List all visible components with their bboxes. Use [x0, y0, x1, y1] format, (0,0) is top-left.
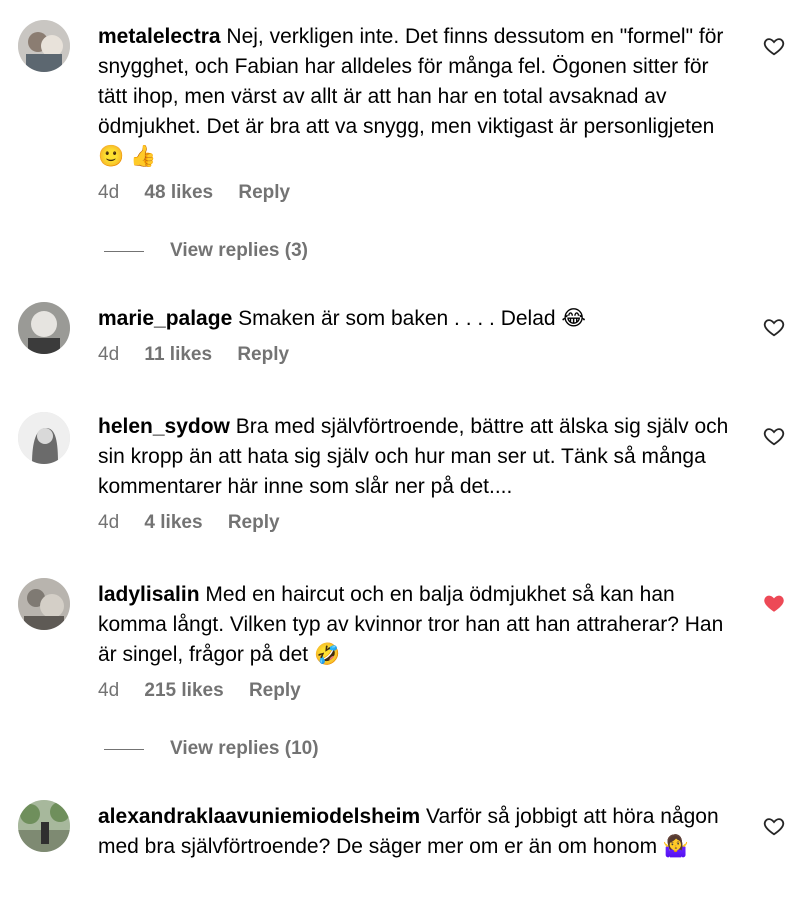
- comment-time[interactable]: 4d: [98, 182, 119, 203]
- heart-outline-icon[interactable]: [763, 35, 785, 57]
- comment-text: metalelectra Nej, verkligen inte. Det fi…: [98, 22, 738, 172]
- heart-filled-icon[interactable]: [763, 592, 785, 614]
- comment-text: marie_palage Smaken är som baken . . . .…: [98, 304, 738, 334]
- heart-outline-icon[interactable]: [763, 316, 785, 338]
- avatar[interactable]: [18, 412, 70, 464]
- heart-outline-icon[interactable]: [763, 815, 785, 837]
- avatar[interactable]: [18, 578, 70, 630]
- view-replies-label[interactable]: View replies (3): [170, 240, 308, 262]
- comment-text: helen_sydow Bra med självförtroende, bät…: [98, 412, 738, 502]
- comment-time[interactable]: 4d: [98, 680, 119, 701]
- comment-text: alexandraklaavuniemiodelsheim Varför så …: [98, 802, 738, 862]
- avatar[interactable]: [18, 800, 70, 852]
- reply-button[interactable]: Reply: [237, 344, 289, 365]
- comment-meta: 4d 4 likes Reply: [98, 512, 738, 534]
- comment-likes[interactable]: 48 likes: [144, 182, 213, 203]
- comment-time[interactable]: 4d: [98, 344, 119, 365]
- comment-username[interactable]: helen_sydow: [98, 415, 230, 438]
- comment-time[interactable]: 4d: [98, 512, 119, 533]
- comment-text: ladylisalin Med en haircut och en balja …: [98, 580, 738, 670]
- comment-username[interactable]: marie_palage: [98, 307, 232, 330]
- comment-username[interactable]: metalelectra: [98, 25, 221, 48]
- reply-button[interactable]: Reply: [228, 512, 280, 533]
- heart-outline-icon[interactable]: [763, 425, 785, 447]
- avatar[interactable]: [18, 20, 70, 72]
- comment-likes[interactable]: 4 likes: [144, 512, 202, 533]
- replies-divider: [104, 251, 144, 252]
- reply-button[interactable]: Reply: [238, 182, 290, 203]
- comment-likes[interactable]: 11 likes: [144, 344, 212, 365]
- comment-body: Smaken är som baken . . . . Delad 😂: [238, 307, 586, 330]
- comment-likes[interactable]: 215 likes: [144, 680, 223, 701]
- comment-meta: 4d 215 likes Reply: [98, 680, 738, 702]
- comment-username[interactable]: ladylisalin: [98, 583, 200, 606]
- reply-button[interactable]: Reply: [249, 680, 301, 701]
- comment-meta: 4d 48 likes Reply: [98, 182, 738, 204]
- comment-meta: 4d 11 likes Reply: [98, 344, 738, 366]
- avatar[interactable]: [18, 302, 70, 354]
- view-replies-label[interactable]: View replies (10): [170, 738, 319, 760]
- replies-divider: [104, 749, 144, 750]
- comment-username[interactable]: alexandraklaavuniemiodelsheim: [98, 805, 420, 828]
